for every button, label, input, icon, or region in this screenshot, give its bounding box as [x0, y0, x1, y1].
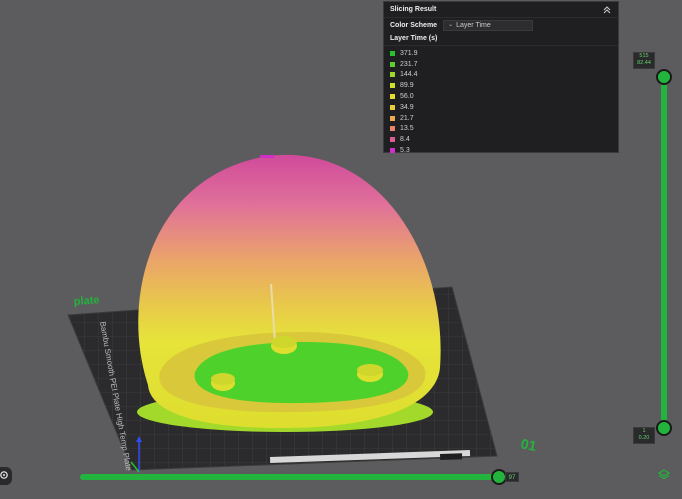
collapse-chevron-up-icon[interactable] — [602, 5, 612, 15]
legend-item: 21.7 — [390, 113, 612, 124]
color-scheme-row: Color Scheme ⌄ Layer Time — [384, 18, 618, 33]
legend-swatch — [390, 137, 395, 143]
top-layer-height: 82.44 — [637, 60, 651, 66]
legend-swatch — [390, 115, 395, 121]
panel-title: Slicing Result — [390, 6, 437, 13]
legend-swatch — [390, 83, 395, 89]
legend-swatch — [390, 148, 395, 154]
legend-item: 5.3 — [390, 145, 612, 156]
legend-swatch — [390, 72, 395, 78]
slicing-result-panel: Slicing Result Color Scheme ⌄ Layer Time… — [383, 1, 619, 156]
legend-item: 56.0 — [390, 91, 612, 102]
legend-label: 34.9 — [400, 103, 414, 111]
chevron-down-icon: ⌄ — [448, 22, 454, 28]
color-scheme-label: Color Scheme — [390, 22, 438, 29]
panel-header: Slicing Result — [384, 2, 618, 18]
legend-item: 89.9 — [390, 80, 612, 91]
layer-time-legend: 371.9 231.7 144.4 89.9 56.0 34.9 21.7 13.5 8.4 5.… — [384, 46, 618, 156]
move-slider-value: 97 — [505, 472, 519, 482]
legend-label: 21.7 — [400, 114, 414, 122]
bottom-layer-readout: 1 0.20 — [633, 427, 655, 444]
move-slider-track[interactable] — [80, 474, 500, 480]
legend-item: 144.4 — [390, 70, 612, 81]
legend-label: 231.7 — [400, 60, 418, 68]
legend-swatch — [390, 126, 395, 132]
top-layer-readout: 515 82.44 — [633, 52, 655, 69]
legend-item: 371.9 — [390, 48, 612, 59]
legend-title: Layer Time (s) — [384, 33, 618, 46]
color-scheme-dropdown[interactable]: ⌄ Layer Time — [443, 20, 534, 31]
layers-icon — [657, 468, 671, 486]
legend-item: 34.9 — [390, 102, 612, 113]
top-layer-number: 515 — [639, 53, 649, 59]
plate-label: plate — [73, 294, 99, 308]
layer-slider-track[interactable] — [661, 74, 667, 426]
legend-label: 13.5 — [400, 125, 414, 133]
layer-slider-top-handle[interactable] — [656, 69, 672, 85]
view-settings-button[interactable] — [0, 467, 12, 485]
legend-swatch — [390, 61, 395, 67]
legend-swatch — [390, 94, 395, 100]
bottom-layer-height: 0.20 — [638, 435, 650, 441]
legend-label: 144.4 — [400, 71, 418, 79]
legend-label: 56.0 — [400, 93, 414, 101]
legend-item: 13.5 — [390, 124, 612, 135]
layer-slider-bottom-handle[interactable] — [656, 420, 672, 436]
legend-label: 371.9 — [400, 49, 418, 57]
legend-label: 89.9 — [400, 82, 414, 90]
settings-icon — [0, 467, 9, 485]
legend-swatch — [390, 50, 395, 56]
legend-item: 8.4 — [390, 134, 612, 145]
legend-item: 231.7 — [390, 59, 612, 70]
plate-bottom-label — [440, 453, 463, 460]
color-scheme-value: Layer Time — [456, 22, 491, 29]
layers-button[interactable] — [657, 468, 671, 486]
legend-label: 8.4 — [400, 136, 410, 144]
plate-number: 01 — [519, 435, 538, 454]
bottom-layer-number: 1 — [642, 428, 646, 434]
legend-label: 5.3 — [400, 147, 410, 155]
legend-swatch — [390, 104, 395, 110]
sliced-model — [137, 154, 441, 432]
